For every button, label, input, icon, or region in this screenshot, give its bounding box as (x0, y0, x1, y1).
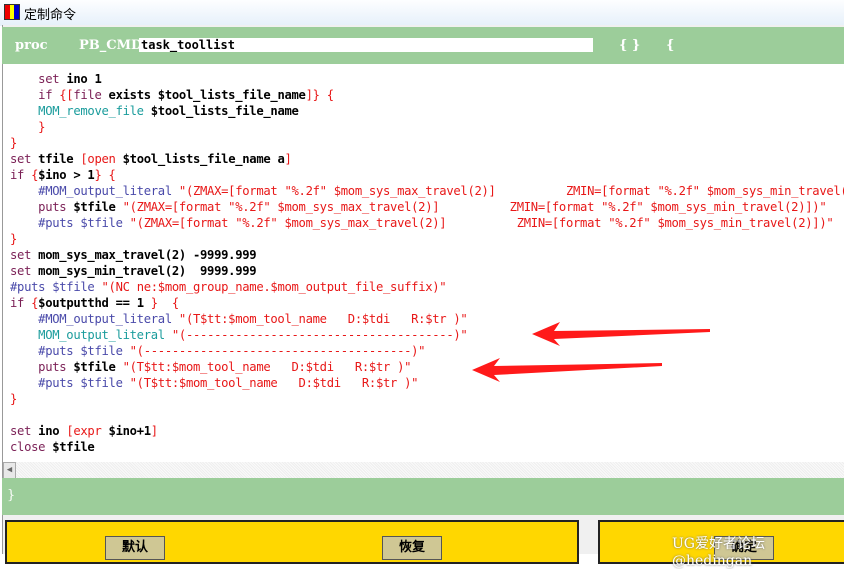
code-token: puts (10, 360, 74, 374)
code-token: set (10, 264, 39, 278)
code-line: #puts $tfile "(-------------------------… (10, 343, 425, 359)
window-title: 定制命令 (24, 8, 77, 23)
code-line: } (10, 119, 45, 135)
code-line: if {$outputthd == 1 } { (10, 295, 179, 311)
proc-header: proc PB_CMD_ { } { (2, 27, 844, 64)
code-line: set mom_sys_max_travel(2) -9999.999 (10, 247, 257, 263)
code-line: set tfile [open $tool_lists_file_name a] (10, 151, 292, 167)
code-token: } (10, 136, 18, 150)
code-token: $ino > 1 (38, 168, 95, 182)
scroll-left-arrow-icon[interactable]: ◀ (3, 462, 16, 479)
app-icon (4, 4, 20, 20)
code-line: MOM_output_literal "(-------------------… (10, 327, 468, 343)
code-line: MOM_remove_file $tool_lists_file_name (10, 103, 299, 119)
code-token: $ino+1 (108, 424, 152, 438)
code-token: if (10, 296, 32, 310)
code-token: "(ZMAX=[format "%.2f" $mom_sys_max_trave… (178, 184, 844, 198)
code-line: close $tfile (10, 439, 95, 455)
code-token: set (10, 152, 39, 166)
code-token: [expr (66, 424, 109, 438)
code-token: tfile (38, 152, 81, 166)
code-line: puts $tfile "(ZMAX=[format "%.2f" $mom_s… (10, 199, 827, 215)
open-brace: { (666, 38, 675, 53)
code-token: MOM_output_literal (10, 328, 172, 342)
code-line: if {[file exists $tool_lists_file_name]}… (10, 87, 334, 103)
code-token: } (10, 120, 46, 134)
code-token: {[ (59, 88, 74, 102)
code-token: #puts $tfile (10, 344, 130, 358)
code-token: "(T$tt:$mom_tool_name D:$tdi R:$tr )" (129, 376, 419, 390)
code-token: } { (150, 296, 179, 310)
code-token: if (10, 168, 32, 182)
code-token: set (10, 72, 67, 86)
code-token: } { (94, 168, 116, 182)
code-token: $outputthd == 1 (38, 296, 151, 310)
code-token: #puts $tfile (10, 280, 102, 294)
watermark: UG爱好者论坛@hedingan (672, 536, 765, 569)
code-token: "(NC ne:$mom_group_name.$mom_output_file… (101, 280, 447, 294)
code-line: } (10, 391, 17, 407)
code-line: #puts $tfile "(ZMAX=[format "%.2f" $mom_… (10, 215, 834, 231)
code-line: } (10, 231, 17, 247)
code-token: $tool_lists_file_name a (122, 152, 285, 166)
code-token: "(T$tt:$mom_tool_name D:$tdi R:$tr )" (178, 312, 468, 326)
code-line: set ino 1 (10, 71, 102, 87)
left-button-panel: 默认 恢复 (5, 520, 579, 564)
code-token: set (10, 248, 39, 262)
code-token: set (10, 424, 39, 438)
code-token: "(ZMAX=[format "%.2f" $mom_sys_max_trave… (129, 216, 834, 230)
code-line: } (10, 135, 17, 151)
code-token: ] (284, 152, 292, 166)
code-token: $tfile (52, 440, 95, 454)
code-token: #puts $tfile (10, 216, 130, 230)
code-token: mom_sys_max_travel(2) -9999.999 (38, 248, 257, 262)
code-token: close (10, 440, 53, 454)
code-token: MOM_remove_file (10, 104, 151, 118)
code-token: "(T$tt:$mom_tool_name D:$tdi R:$tr )" (122, 360, 412, 374)
code-token: #puts $tfile (10, 376, 130, 390)
code-line: puts $tfile "(T$tt:$mom_tool_name D:$tdi… (10, 359, 411, 375)
code-token: #MOM_output_literal (10, 184, 179, 198)
code-token: [open (80, 152, 123, 166)
code-token: if (10, 88, 60, 102)
code-token: ino 1 (66, 72, 102, 86)
code-token: $tfile (73, 360, 123, 374)
code-token: mom_sys_min_travel(2) 9999.999 (38, 264, 257, 278)
code-token: "(ZMAX=[format "%.2f" $mom_sys_max_trave… (122, 200, 827, 214)
code-token: ino (38, 424, 67, 438)
red-arrow-icon (532, 322, 710, 346)
code-token: "(--------------------------------------… (171, 328, 468, 342)
title-bar: 定制命令 (0, 0, 844, 26)
restore-button[interactable]: 恢复 (382, 536, 442, 560)
code-line: #MOM_output_literal "(ZMAX=[format "%.2f… (10, 183, 844, 199)
code-token: $tool_lists_file_name (150, 104, 299, 118)
code-token: exists $tool_lists_file_name (108, 88, 306, 102)
code-line: #puts $tfile "(T$tt:$mom_tool_name D:$td… (10, 375, 418, 391)
code-token: $tfile (73, 200, 123, 214)
default-button[interactable]: 默认 (105, 536, 165, 560)
proc-label: proc (15, 38, 48, 53)
code-token: ] (150, 424, 158, 438)
red-arrow-icon (472, 358, 662, 382)
code-line: set ino [expr $ino+1] (10, 423, 158, 439)
code-line: if {$ino > 1} { (10, 167, 116, 183)
code-token: #MOM_output_literal (10, 312, 179, 326)
code-editor[interactable]: set ino 1 if {[file exists $tool_lists_f… (3, 64, 844, 462)
args-braces: { } (619, 38, 641, 53)
code-token: } (10, 392, 18, 406)
code-token: puts (10, 200, 74, 214)
code-line: #puts $tfile "(NC ne:$mom_group_name.$mo… (10, 279, 447, 295)
proc-footer: } (2, 478, 844, 515)
code-token: ]} { (305, 88, 334, 102)
code-line: set mom_sys_min_travel(2) 9999.999 (10, 263, 257, 279)
proc-name-input[interactable] (139, 38, 593, 52)
horizontal-scrollbar[interactable]: ◀ (3, 462, 844, 479)
code-token: } (10, 232, 18, 246)
code-token: "(--------------------------------------… (129, 344, 426, 358)
code-token: file (73, 88, 109, 102)
code-line: #MOM_output_literal "(T$tt:$mom_tool_nam… (10, 311, 468, 327)
close-brace: } (7, 488, 16, 503)
